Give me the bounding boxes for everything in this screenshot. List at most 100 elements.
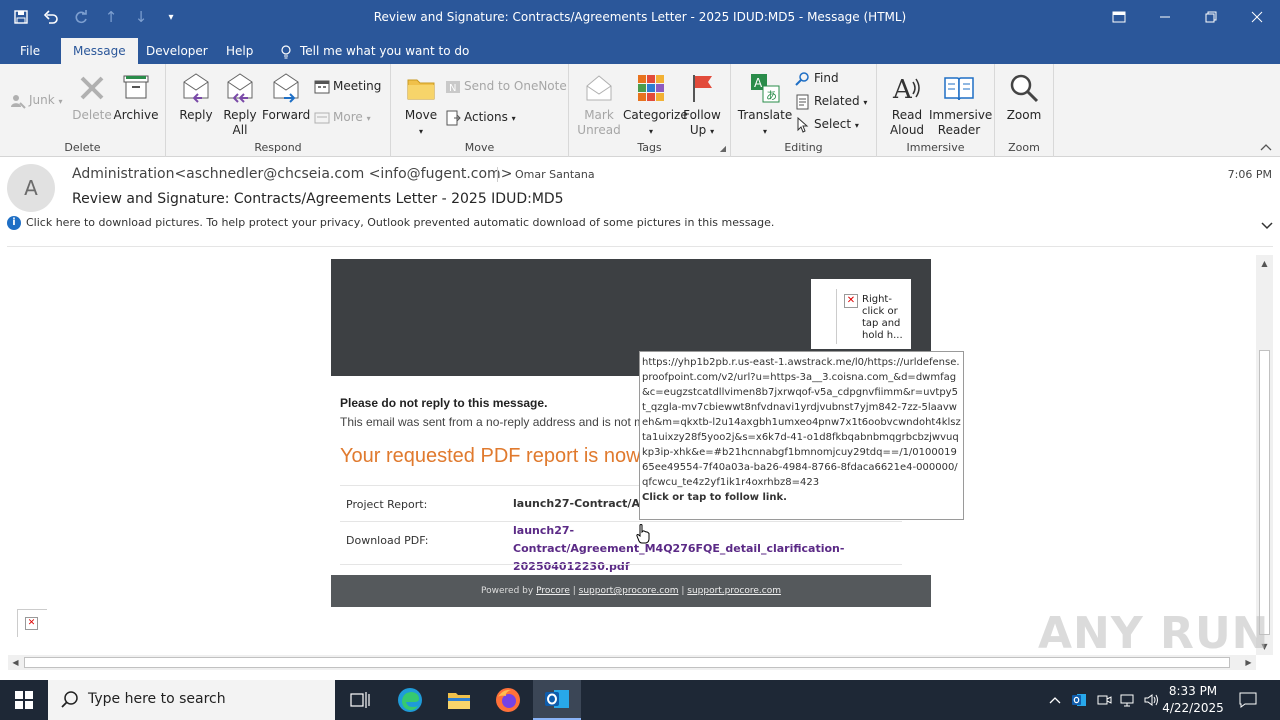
avatar: A bbox=[7, 164, 55, 212]
tab-help[interactable]: Help bbox=[214, 38, 265, 64]
tab-file[interactable]: File bbox=[8, 38, 52, 64]
read-aloud-label-2: Aloud bbox=[889, 123, 925, 137]
group-label-tags: Tags bbox=[637, 141, 662, 154]
categorize-button[interactable]: Categorize ▾ bbox=[623, 72, 688, 139]
broken-image-icon: ✕ bbox=[844, 294, 858, 308]
tab-developer[interactable]: Developer bbox=[134, 38, 220, 64]
junk-icon bbox=[10, 93, 26, 109]
delete-button[interactable]: Delete bbox=[72, 72, 112, 123]
send-to-onenote-button[interactable]: N Send to OneNote bbox=[445, 76, 567, 96]
meet-now-icon[interactable] bbox=[1093, 680, 1115, 720]
support-email-link[interactable]: support@procore.com bbox=[579, 586, 679, 596]
more-label: More bbox=[333, 110, 363, 124]
header-divider bbox=[497, 167, 498, 182]
immersive-reader-label-2: Reader bbox=[937, 123, 981, 137]
close-icon[interactable] bbox=[1234, 0, 1280, 34]
restore-icon[interactable] bbox=[1188, 0, 1234, 34]
move-button[interactable]: Move ▾ bbox=[401, 72, 441, 139]
broken-image-placeholder[interactable]: ✕ Right-click or tap and hold h... bbox=[811, 279, 911, 349]
support-site-link[interactable]: support.procore.com bbox=[687, 586, 781, 596]
download-pictures-infobar[interactable]: i Click here to download pictures. To hel… bbox=[7, 216, 1273, 234]
group-label-editing: Editing bbox=[784, 141, 823, 154]
forward-button[interactable]: Forward bbox=[262, 72, 310, 123]
group-label-delete: Delete bbox=[64, 141, 101, 154]
follow-up-button[interactable]: Follow Up ▾ bbox=[681, 72, 723, 139]
vertical-scroll-thumb[interactable] bbox=[1259, 350, 1270, 635]
more-icon bbox=[314, 110, 330, 126]
junk-button[interactable]: Junk ▾ bbox=[10, 90, 63, 110]
sender[interactable]: Administration<aschnedler@chcseia.com <i… bbox=[72, 166, 512, 182]
received-time: 7:06 PM bbox=[1227, 168, 1272, 181]
onenote-label: Send to OneNote bbox=[464, 79, 567, 93]
actions-button[interactable]: Actions ▾ bbox=[445, 107, 516, 127]
ribbon-display-options-icon[interactable] bbox=[1096, 0, 1142, 34]
reply-all-label-2: All bbox=[232, 123, 248, 137]
chevron-down-icon[interactable] bbox=[1261, 220, 1273, 233]
clock-time: 8:33 PM bbox=[1168, 684, 1218, 698]
tray-overflow-chevron-icon[interactable] bbox=[1045, 680, 1065, 720]
mark-label-1: Mark bbox=[584, 108, 614, 122]
outlook-taskbar-icon[interactable] bbox=[533, 680, 581, 720]
edge-browser-icon[interactable] bbox=[386, 680, 434, 720]
taskbar-search[interactable]: Type here to search bbox=[48, 680, 335, 720]
broken-image-small[interactable]: ✕ bbox=[17, 609, 47, 637]
task-view-icon[interactable] bbox=[336, 680, 384, 720]
translate-button[interactable]: Aあ Translate ▾ bbox=[737, 72, 793, 139]
taskbar: Type here to search 8:33 PM 4/22/2025 bbox=[0, 680, 1280, 720]
select-cursor-icon bbox=[795, 116, 811, 133]
procore-link[interactable]: Procore bbox=[536, 586, 570, 596]
recipient[interactable]: Omar Santana bbox=[515, 168, 595, 181]
reply-label: Reply bbox=[179, 108, 213, 122]
group-label-immersive: Immersive bbox=[906, 141, 965, 154]
related-button[interactable]: Related ▾ bbox=[795, 91, 867, 111]
more-respond-button[interactable]: More ▾ bbox=[314, 107, 371, 127]
meeting-icon bbox=[314, 79, 330, 95]
download-pdf-link[interactable]: launch27-Contract/Agreement_M4Q276FQE_de… bbox=[513, 522, 893, 576]
onenote-icon: N bbox=[445, 79, 461, 95]
select-button[interactable]: Select ▾ bbox=[795, 114, 859, 134]
noreply-title: Please do not reply to this message. bbox=[340, 396, 548, 410]
group-tags: Mark Unread Categorize ▾ Follow Up ▾ Tags ◢ bbox=[569, 64, 731, 157]
tags-dialog-launcher-icon[interactable]: ◢ bbox=[720, 144, 726, 153]
reply-all-button[interactable]: Reply All bbox=[220, 72, 260, 138]
read-aloud-button[interactable]: A Read Aloud bbox=[883, 72, 931, 138]
folder-move-icon bbox=[407, 79, 435, 100]
tooltip-url: https://yhp1b2pb.r.us-east-1.awstrack.me… bbox=[642, 357, 961, 488]
archive-button[interactable]: Archive bbox=[113, 72, 159, 123]
download-pdf-label: Download PDF: bbox=[346, 534, 429, 547]
group-zoom: Zoom Zoom bbox=[995, 64, 1054, 157]
collapse-ribbon-icon[interactable] bbox=[1260, 141, 1272, 154]
group-label-zoom: Zoom bbox=[1008, 141, 1040, 154]
firefox-icon[interactable] bbox=[484, 680, 532, 720]
tab-message[interactable]: Message bbox=[61, 38, 138, 64]
svg-text:A: A bbox=[892, 75, 913, 104]
meeting-button[interactable]: Meeting bbox=[314, 76, 381, 96]
email-footer: Powered by Procore | support@procore.com… bbox=[331, 575, 931, 607]
file-explorer-icon[interactable] bbox=[435, 680, 483, 720]
scroll-left-icon[interactable]: ◀ bbox=[8, 655, 23, 670]
outlook-tray-icon[interactable] bbox=[1068, 680, 1090, 720]
related-label: Related bbox=[814, 94, 860, 108]
vertical-scrollbar[interactable]: ▲ ▼ bbox=[1256, 255, 1273, 655]
scroll-up-icon[interactable]: ▲ bbox=[1256, 255, 1273, 272]
group-move: Move ▾ N Send to OneNote Actions ▾ Move bbox=[391, 64, 569, 157]
tell-me-text: Tell me what you want to do bbox=[300, 44, 470, 58]
svg-text:あ: あ bbox=[766, 89, 777, 102]
taskbar-clock[interactable]: 8:33 PM 4/22/2025 bbox=[1153, 683, 1233, 717]
reply-button[interactable]: Reply bbox=[174, 72, 218, 123]
immersive-reader-button[interactable]: Immersive Reader bbox=[929, 72, 992, 138]
mark-label-2: Unread bbox=[577, 123, 621, 137]
notifications-icon[interactable] bbox=[1233, 680, 1263, 720]
noreply-text: This email was sent from a no-reply addr… bbox=[340, 415, 645, 429]
find-button[interactable]: Find bbox=[795, 68, 839, 88]
network-icon[interactable] bbox=[1116, 680, 1138, 720]
minimize-icon[interactable] bbox=[1142, 0, 1188, 34]
search-icon bbox=[61, 691, 78, 708]
zoom-button[interactable]: Zoom bbox=[1002, 72, 1046, 123]
archive-icon bbox=[123, 75, 149, 99]
info-icon: i bbox=[7, 216, 21, 230]
mark-unread-button[interactable]: Mark Unread bbox=[575, 72, 623, 138]
start-button[interactable] bbox=[0, 680, 48, 720]
message-header: A Administration<aschnedler@chcseia.com … bbox=[0, 158, 1280, 254]
tell-me-search[interactable]: Tell me what you want to do bbox=[268, 38, 481, 64]
